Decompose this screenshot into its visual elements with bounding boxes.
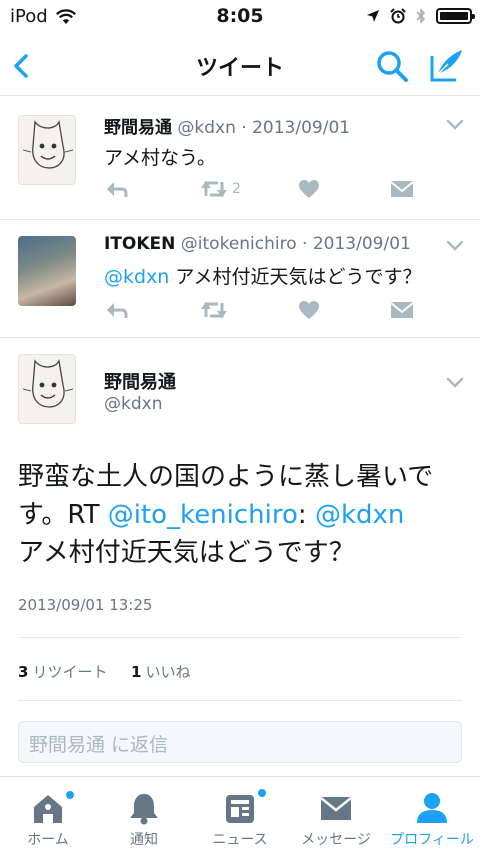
detail-text: アメ村付近天気はどうです？ xyxy=(18,538,355,568)
heart-icon xyxy=(299,180,319,198)
divider xyxy=(18,637,462,638)
envelope-icon xyxy=(390,302,414,318)
detail-tweet-body: 野蛮な土人の国のように蒸し暑いです。RT @ito_kenichiro: @kd… xyxy=(18,458,468,572)
like-button[interactable] xyxy=(298,298,320,322)
person-icon xyxy=(417,793,447,823)
retweets-label[interactable]: リツイート xyxy=(32,663,107,681)
tweet-author-name[interactable]: ITOKEN xyxy=(104,234,175,254)
compose-icon[interactable] xyxy=(428,46,466,84)
tweet-item[interactable]: 野間易通 @kdxn · 2013/09/01 アメ村なう。 2 xyxy=(0,97,480,220)
retweet-icon xyxy=(201,302,227,318)
tweet-author-name[interactable]: 野間易通 xyxy=(104,118,172,138)
avatar-sketch xyxy=(22,119,74,169)
mention-link[interactable]: @kdxn xyxy=(104,266,169,288)
reply-icon xyxy=(107,182,128,197)
detail-timestamp: 2013/09/01 13:25 xyxy=(18,596,153,614)
likes-count: 1 xyxy=(131,663,142,681)
bluetooth-icon xyxy=(416,8,426,24)
envelope-icon xyxy=(320,797,352,820)
alarm-icon xyxy=(390,8,406,24)
tweet-meta: @kdxn · 2013/09/01 xyxy=(177,118,351,138)
likes-label[interactable]: いいね xyxy=(145,663,190,681)
avatar[interactable] xyxy=(18,354,76,424)
tab-bar: ホーム 通知 ニュース メッセージ プロフィール xyxy=(0,776,480,852)
news-icon xyxy=(226,795,254,823)
detail-author-handle[interactable]: @kdxn xyxy=(104,394,162,414)
reply-button[interactable] xyxy=(104,177,128,201)
unread-dot xyxy=(66,791,74,799)
avatar[interactable] xyxy=(18,115,76,185)
tweet-meta: @itokenichiro · 2013/09/01 xyxy=(180,234,411,254)
like-button[interactable] xyxy=(298,177,320,201)
reply-icon xyxy=(107,303,128,318)
tab-news[interactable]: ニュース xyxy=(192,777,288,852)
home-icon xyxy=(34,795,62,823)
tweet-item[interactable]: ITOKEN @itokenichiro · 2013/09/01 @kdxn … xyxy=(0,220,480,338)
tweet-stats: 3 リツイート 1 いいね xyxy=(18,661,190,682)
chevron-down-icon[interactable] xyxy=(446,240,464,252)
retweets-count: 3 xyxy=(18,663,29,681)
retweet-button[interactable]: 2 xyxy=(200,177,241,201)
unread-dot xyxy=(258,789,266,797)
tab-home[interactable]: ホーム xyxy=(0,777,96,852)
dm-button[interactable] xyxy=(390,177,414,201)
reply-input[interactable]: 野間易通 に返信 xyxy=(18,721,462,763)
detail-text: : xyxy=(297,500,315,530)
envelope-icon xyxy=(390,181,414,197)
retweet-icon xyxy=(201,181,227,197)
detail-author-name[interactable]: 野間易通 xyxy=(104,368,176,394)
divider xyxy=(18,700,462,701)
chevron-down-icon[interactable] xyxy=(446,377,464,389)
dm-button[interactable] xyxy=(390,298,414,322)
bell-icon xyxy=(130,794,158,825)
location-arrow-icon xyxy=(367,10,379,22)
reply-button[interactable] xyxy=(104,298,128,322)
mention-link[interactable]: @ito_kenichiro xyxy=(108,500,298,530)
tab-messages[interactable]: メッセージ xyxy=(288,777,384,852)
avatar[interactable] xyxy=(18,236,76,306)
tab-profile[interactable]: プロフィール xyxy=(384,777,480,852)
search-icon[interactable] xyxy=(374,48,410,84)
tweet-text: アメ村なう。 xyxy=(104,147,216,169)
heart-icon xyxy=(299,301,319,319)
chevron-down-icon[interactable] xyxy=(446,119,464,131)
status-bar: iPod 8:05 xyxy=(0,0,480,36)
mention-link[interactable]: @kdxn xyxy=(315,500,404,530)
retweet-count: 2 xyxy=(232,181,241,197)
avatar-sketch xyxy=(22,358,74,408)
retweet-button[interactable] xyxy=(200,298,232,322)
tab-notifications[interactable]: 通知 xyxy=(96,777,192,852)
nav-bar: ツイート xyxy=(0,36,480,96)
battery-icon xyxy=(436,8,475,24)
tweet-text: アメ村付近天気はどうです？ xyxy=(169,266,422,288)
tab-label: プロフィール xyxy=(390,832,474,848)
